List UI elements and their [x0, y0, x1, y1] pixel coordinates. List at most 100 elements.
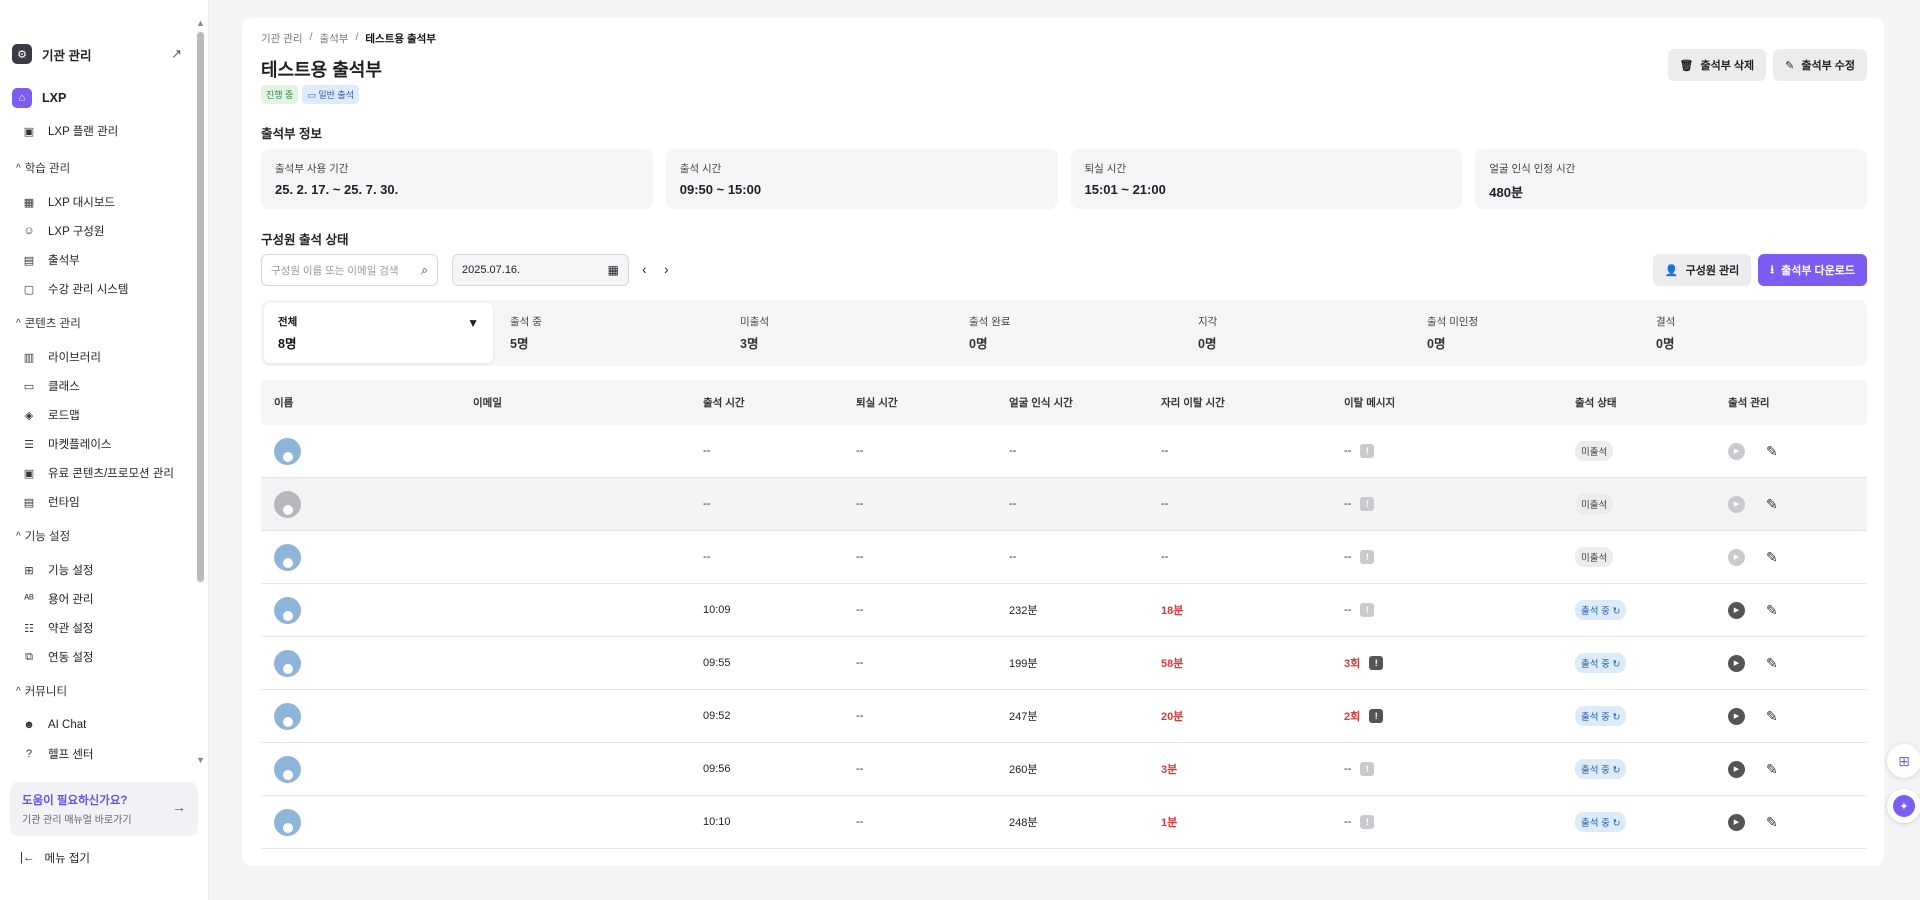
collapse-menu-button[interactable]: |← 메뉴 접기	[20, 850, 90, 866]
sidebar-item-terms-manage[interactable]: ᴬᴮ 용어 관리	[22, 589, 93, 609]
message-alert-icon[interactable]: !	[1360, 497, 1375, 511]
message-alert-icon[interactable]: !	[1360, 550, 1375, 564]
chevron-right-icon[interactable]: ›	[664, 261, 669, 277]
apps-grid-button[interactable]: ⊞	[1887, 744, 1920, 778]
download-attendance-button[interactable]: ⭳ 출석부 다운로드	[1758, 254, 1867, 286]
sidebar-item-help-center[interactable]: ? 헬프 센터	[22, 744, 94, 764]
pencil-icon[interactable]: ✎	[1766, 761, 1778, 778]
scroll-down-icon[interactable]: ▼	[196, 755, 205, 765]
avatar	[274, 543, 301, 571]
breadcrumb-item[interactable]: 기관 관리	[261, 31, 303, 46]
sidebar-item-integration[interactable]: ⧉ 연동 설정	[22, 647, 93, 667]
filter-attending[interactable]: 출석 중 5명	[496, 300, 556, 366]
chevron-left-icon[interactable]: ‹	[642, 261, 647, 277]
away-message: 3회 !	[1344, 637, 1384, 689]
table-header: 이름 이메일 출석 시간 퇴실 시간 얼굴 인식 시간 자리 이탈 시간 이탈 …	[261, 380, 1867, 425]
message-alert-icon[interactable]: !	[1369, 656, 1384, 670]
sidebar-item-marketplace[interactable]: ☰ 마켓플레이스	[22, 434, 111, 454]
sidebar-item-extra[interactable]: ▤ 런타임	[22, 492, 80, 512]
avatar	[274, 437, 301, 465]
message-alert-icon[interactable]: !	[1360, 444, 1375, 458]
table-row[interactable]: -- -- -- -- -- ! 미출석 ▶ ✎	[261, 478, 1867, 531]
layers-icon: ◈	[24, 409, 34, 422]
play-icon[interactable]: ▶	[1728, 442, 1745, 460]
sidebar-item-roadmap[interactable]: ◈ 로드맵	[22, 405, 80, 425]
table-row[interactable]: 10:09 -- 232분 18분 -- ! 출석 중 ↻ ▶ ✎	[261, 584, 1867, 637]
away-time: 58분	[1161, 658, 1184, 670]
scrollbar-thumb[interactable]	[197, 32, 204, 582]
sidebar-item-attendance[interactable]: ▤ 출석부	[22, 250, 80, 270]
table-row[interactable]: 09:52 -- 247분 20분 2회 ! 출석 중 ↻ ▶ ✎	[261, 690, 1867, 743]
breadcrumb: 기관 관리 / 출석부 / 테스트용 출석부	[261, 31, 436, 46]
org-header[interactable]: ⚙ 기관 관리 ↗	[12, 44, 182, 64]
face-time: 260분	[1009, 764, 1038, 776]
list-icon: ☷	[24, 622, 34, 635]
table-row[interactable]: 09:55 -- 199분 58분 3회 ! 출석 중 ↻ ▶ ✎	[261, 637, 1867, 690]
message-alert-icon[interactable]: !	[1360, 815, 1375, 829]
away-message: -- !	[1344, 531, 1375, 583]
edit-attendance-button[interactable]: ✎ 출석부 수정	[1773, 49, 1867, 81]
filter-late[interactable]: 지각 0명	[1184, 300, 1231, 366]
play-icon[interactable]: ▶	[1728, 601, 1745, 619]
sidebar-scrollbar[interactable]: ▲ ▼	[196, 18, 205, 765]
filter-completed[interactable]: 출석 완료 0명	[955, 300, 1025, 366]
filter-absent[interactable]: 미출석 3명	[726, 300, 783, 366]
date-picker[interactable]: 2025.07.16. ▦	[452, 254, 629, 286]
checkin-time: 10:10	[703, 816, 731, 828]
section-community[interactable]: ^ 커뮤니티	[16, 682, 67, 700]
pencil-icon[interactable]: ✎	[1766, 655, 1778, 672]
play-icon[interactable]: ▶	[1728, 548, 1745, 566]
external-link-icon[interactable]: ↗	[171, 46, 182, 62]
play-icon[interactable]: ▶	[1728, 495, 1745, 513]
member-search-input[interactable]: 구성원 이름 또는 이메일 검색 ⌕	[261, 254, 438, 286]
scroll-up-icon[interactable]: ▲	[196, 18, 205, 28]
sidebar-item-class[interactable]: ▭ 클래스	[22, 376, 80, 396]
sidebar-item-lxp-members[interactable]: ☺ LXP 구성원	[22, 221, 104, 241]
section-learning[interactable]: ^ 학습 관리	[16, 159, 70, 177]
message-alert-icon[interactable]: !	[1360, 762, 1375, 776]
sidebar-item-lxp-plan[interactable]: ▣ LXP 플랜 관리	[22, 121, 118, 141]
sidebar-item-ai-chat[interactable]: ☻ AI Chat	[22, 715, 86, 735]
help-card[interactable]: 도움이 필요하신가요? 기관 관리 매뉴얼 바로가기 →	[10, 782, 198, 836]
manage-members-button[interactable]: 👤 구성원 관리	[1652, 254, 1752, 286]
ai-assistant-button[interactable]: ✦	[1887, 789, 1920, 823]
table-row[interactable]: 10:10 -- 248분 1분 -- ! 출석 중 ↻ ▶ ✎	[261, 796, 1867, 849]
main-card: 기관 관리 / 출석부 / 테스트용 출석부 테스트용 출석부 진행 중 ▭ 일…	[242, 18, 1884, 866]
breadcrumb-item[interactable]: 출석부	[319, 31, 348, 46]
filter-unrecognized[interactable]: 출석 미인정 0명	[1413, 300, 1492, 366]
message-alert-icon[interactable]: !	[1369, 709, 1384, 723]
arrow-right-icon: →	[172, 799, 186, 815]
pencil-icon[interactable]: ✎	[1766, 814, 1778, 831]
sidebar-item-policy[interactable]: ☷ 약관 설정	[22, 618, 93, 638]
play-icon[interactable]: ▶	[1728, 813, 1745, 831]
section-content[interactable]: ^ 콘텐츠 관리	[16, 314, 81, 332]
filter-absence[interactable]: 결석 0명	[1642, 300, 1689, 366]
pencil-icon[interactable]: ✎	[1766, 496, 1778, 513]
filter-all[interactable]: 전체 8명 ▼	[264, 303, 493, 363]
sidebar-scroll-area: ⚙ 기관 관리 ↗ ⌂ LXP ▣ LXP 플랜 관리 ^ 학습 관리 ▦ LXP…	[0, 0, 196, 775]
play-icon[interactable]: ▶	[1728, 707, 1745, 725]
sidebar-item-feature-settings[interactable]: ⊞ 기능 설정	[22, 560, 93, 580]
sidebar-item-course-system[interactable]: ▢ 수강 관리 시스템	[22, 279, 129, 299]
play-icon[interactable]: ▶	[1728, 654, 1745, 672]
table-row[interactable]: -- -- -- -- -- ! 미출석 ▶ ✎	[261, 531, 1867, 584]
sidebar-item-lxp-dashboard[interactable]: ▦ LXP 대시보드	[22, 192, 115, 212]
table-row[interactable]: -- -- -- -- -- ! 미출석 ▶ ✎	[261, 425, 1867, 478]
section-feature[interactable]: ^ 기능 설정	[16, 527, 70, 545]
pencil-icon[interactable]: ✎	[1766, 549, 1778, 566]
delete-attendance-button[interactable]: 🗑 출석부 삭제	[1667, 49, 1767, 81]
pencil-icon[interactable]: ✎	[1766, 443, 1778, 460]
play-icon[interactable]: ▶	[1728, 760, 1745, 778]
away-time: 18분	[1161, 605, 1184, 617]
message-alert-icon[interactable]: !	[1360, 603, 1375, 617]
status-badge: 미출석	[1575, 441, 1614, 461]
users-icon: ☺	[23, 225, 35, 237]
filter-icon[interactable]: ▼	[467, 316, 479, 330]
sidebar-item-paid-content[interactable]: ▣ 유료 콘텐츠/프로모션 관리	[22, 463, 174, 483]
sidebar-item-library[interactable]: ▥ 라이브러리	[22, 347, 101, 367]
lxp-header[interactable]: ⌂ LXP	[12, 88, 66, 108]
table-row[interactable]: 09:56 -- 260분 3분 -- ! 출석 중 ↻ ▶ ✎	[261, 743, 1867, 796]
manage-cell: ▶ ✎	[1728, 690, 1778, 742]
pencil-icon[interactable]: ✎	[1766, 708, 1778, 725]
pencil-icon[interactable]: ✎	[1766, 602, 1778, 619]
